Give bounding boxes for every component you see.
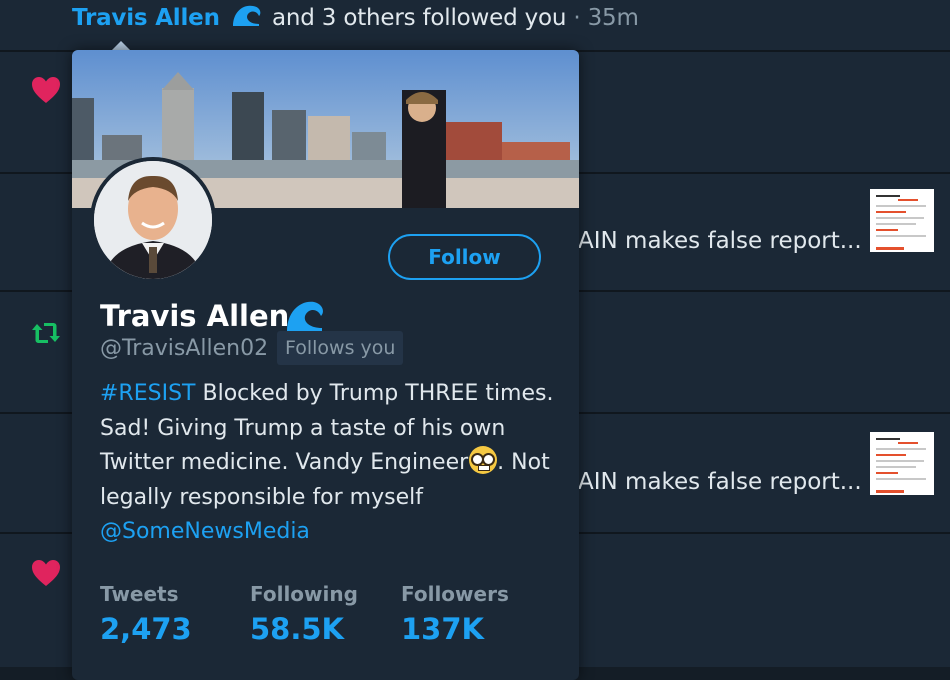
bio-text: legally responsible for myself: [100, 484, 423, 510]
heart-icon: [32, 560, 60, 586]
following-label[interactable]: Following: [250, 582, 358, 606]
profile-avatar[interactable]: [90, 157, 216, 283]
tweets-count[interactable]: 2,473: [100, 612, 192, 646]
wave-verified-icon: [287, 301, 323, 331]
timestamp[interactable]: 35m: [588, 5, 639, 31]
bio-text: Twitter medicine. Vandy Engineer: [100, 450, 469, 475]
followers-label[interactable]: Followers: [401, 582, 509, 606]
bio-text: Blocked by Trump THREE times.: [202, 381, 554, 406]
tweet-preview-text[interactable]: AIN makes false report...: [578, 228, 862, 254]
followers-count[interactable]: 137K: [401, 612, 484, 646]
notification-text: Travis Allen and 3 others followed you ·…: [72, 2, 639, 31]
profile-handle[interactable]: @TravisAllen02: [100, 336, 268, 361]
tweets-label[interactable]: Tweets: [100, 582, 179, 606]
follows-you-badge: Follows you: [277, 331, 404, 365]
avatar-image: [94, 161, 212, 279]
follow-button[interactable]: Follow: [388, 234, 541, 280]
notification-body: and 3 others followed you: [272, 5, 567, 31]
separator: ·: [573, 5, 581, 31]
hashtag-link[interactable]: #RESIST: [100, 381, 195, 406]
article-thumbnail[interactable]: [870, 189, 934, 252]
nerd-face-icon: [469, 446, 498, 474]
mention-link[interactable]: @SomeNewsMedia: [100, 519, 310, 544]
wave-verified-icon: [232, 5, 261, 26]
article-thumbnail[interactable]: [870, 432, 934, 495]
tweet-preview-text[interactable]: AIN makes false report...: [578, 469, 862, 495]
profile-name[interactable]: Travis Allen: [100, 299, 289, 333]
bio-text: . Not: [497, 450, 550, 475]
heart-icon: [32, 77, 60, 103]
profile-hover-card: Follow Travis Allen @TravisAllen02 Follo…: [72, 50, 579, 680]
bio-text: Sad! Giving Trump a taste of his own: [100, 415, 506, 441]
following-count[interactable]: 58.5K: [250, 612, 344, 646]
actor-name-link[interactable]: Travis Allen: [72, 5, 220, 31]
profile-bio: #RESIST Blocked by Trump THREE times. Sa…: [100, 377, 560, 550]
retweet-icon: [32, 323, 60, 343]
